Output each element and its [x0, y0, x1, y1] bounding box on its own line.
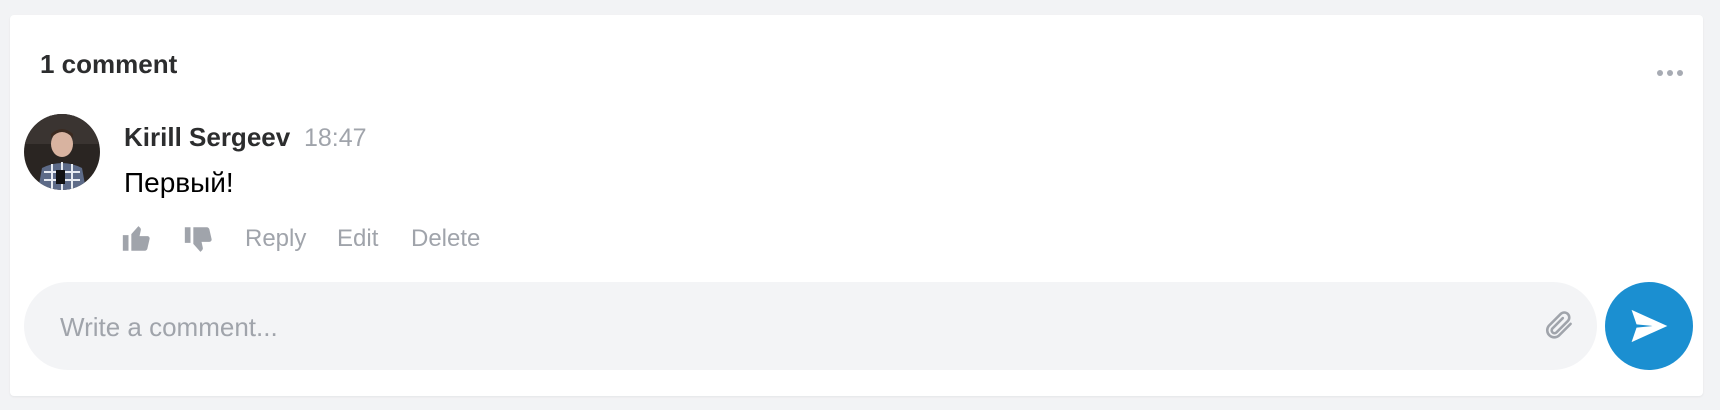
reply-link[interactable]: Reply — [245, 225, 306, 253]
comments-count-title: 1 comment — [40, 49, 178, 79]
edit-link[interactable]: Edit — [337, 225, 378, 253]
comment-text: Первый! — [124, 167, 234, 198]
avatar[interactable] — [24, 114, 100, 190]
thumbs-up-icon[interactable] — [120, 221, 154, 255]
comment-time[interactable]: 18:47 — [304, 124, 367, 153]
dot — [1657, 70, 1663, 76]
more-dots-icon[interactable] — [1657, 70, 1683, 76]
paperclip-icon[interactable] — [1543, 308, 1577, 344]
delete-link[interactable]: Delete — [411, 225, 480, 253]
comment-input-box — [24, 282, 1597, 372]
send-icon — [1631, 309, 1668, 343]
comment-author[interactable]: Kirill Sergeev — [124, 122, 290, 153]
dot — [1667, 70, 1673, 76]
send-button[interactable] — [1605, 282, 1693, 370]
comments-card: 1 comment Kirill Sergeev 18:47 Первый! R… — [10, 15, 1703, 396]
comment-input[interactable] — [58, 282, 1512, 372]
thumbs-down-icon[interactable] — [182, 223, 216, 257]
dot — [1677, 70, 1683, 76]
